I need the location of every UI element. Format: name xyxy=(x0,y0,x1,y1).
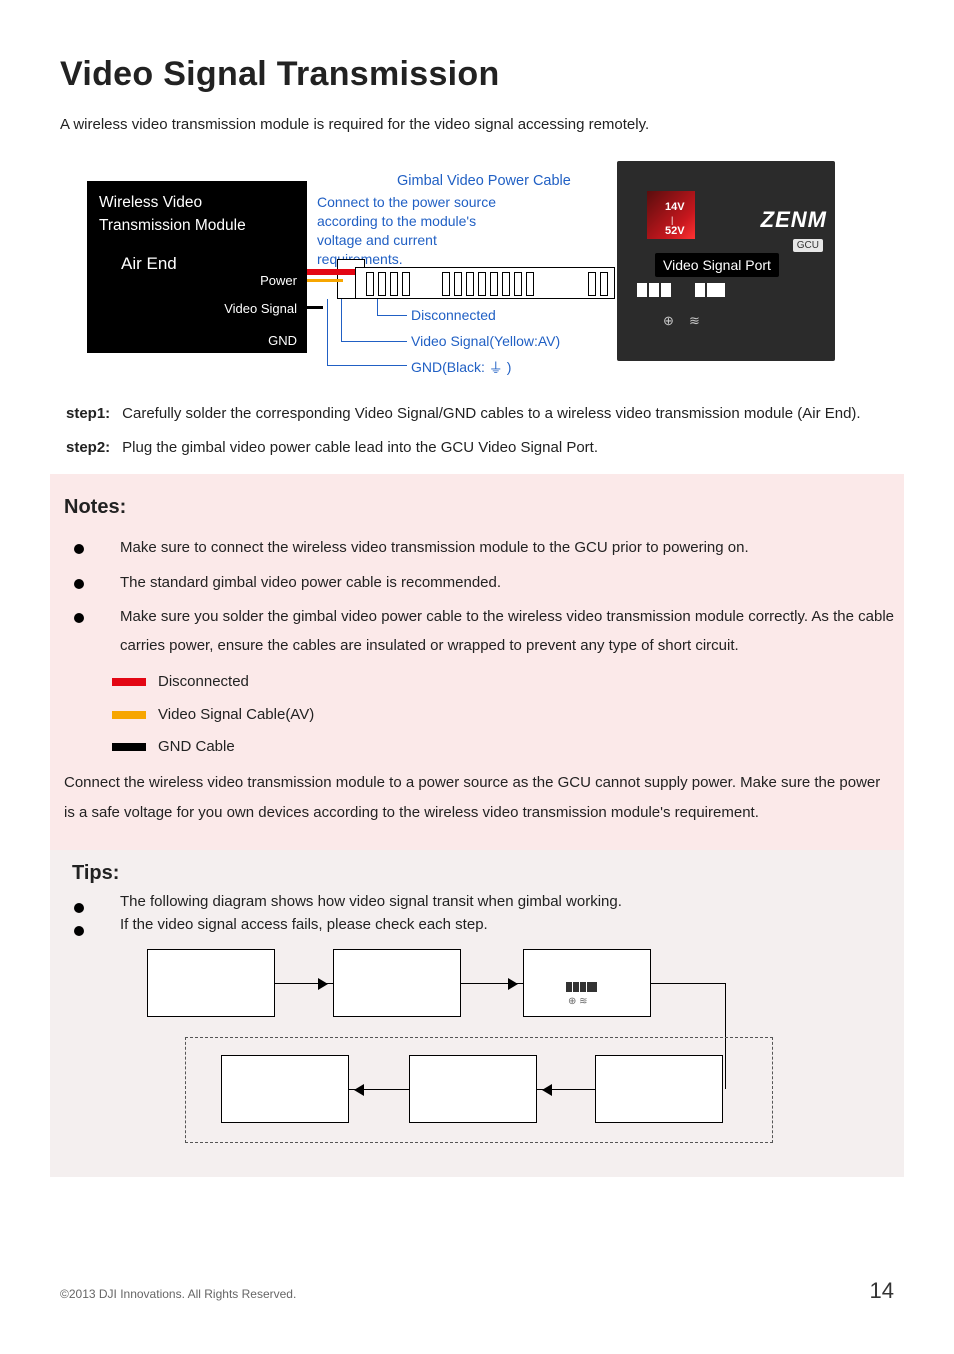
step1-label: step1: xyxy=(66,401,118,427)
flow-box-g xyxy=(595,1055,723,1123)
legend-block: Disconnected Video Signal Cable(AV) GND … xyxy=(112,668,904,762)
tips-heading: Tips: xyxy=(72,862,904,885)
video-signal-port-label: Video Signal Port xyxy=(655,253,779,277)
flow-box-a xyxy=(147,949,275,1017)
gcu-tag-label: GCU xyxy=(793,239,823,252)
wireless-module-box: Wireless Video Transmission Module Air E… xyxy=(87,181,307,353)
page-number: 14 xyxy=(870,1278,894,1304)
polarity-icon: ⊕ xyxy=(663,313,674,329)
signal-icon: ≋ xyxy=(689,313,700,329)
connect-power-text: Connect to the power source according to… xyxy=(317,193,501,269)
disconnected-swatch-icon xyxy=(112,678,146,686)
tips-section: Tips: The following diagram shows how vi… xyxy=(50,850,904,1177)
notes-heading: Notes: xyxy=(64,488,904,526)
legend-video: Video Signal Cable(AV) xyxy=(112,701,904,730)
step-2: step2: Plug the gimbal video power cable… xyxy=(66,435,894,461)
callout-video-signal: Video Signal(Yellow:AV) xyxy=(411,333,560,349)
video-out-label: Video Signal xyxy=(224,301,297,316)
step-1: step1: Carefully solder the correspondin… xyxy=(66,401,894,427)
arrow-left-icon xyxy=(537,1089,595,1090)
gcu-brand-label: ZENM xyxy=(761,207,827,233)
step1-text: Carefully solder the corresponding Video… xyxy=(122,401,892,427)
legend-gnd-label: GND Cable xyxy=(158,733,235,762)
copyright-text: ©2013 DJI Innovations. All Rights Reserv… xyxy=(60,1287,296,1301)
ground-symbol-icon: ⏚ xyxy=(489,358,503,378)
power-out-label: Power xyxy=(260,273,297,288)
air-end-label: Air End xyxy=(121,254,307,274)
wire-disconnected-icon xyxy=(307,269,355,275)
flow-box-b xyxy=(333,949,461,1017)
gcu-52v-label: 52V xyxy=(665,225,685,237)
arrow-icon xyxy=(275,983,333,984)
gnd-out-label: GND xyxy=(268,333,297,348)
gcu-pins-icon xyxy=(637,283,727,299)
video-swatch-icon xyxy=(112,711,146,719)
flow-box-e xyxy=(221,1055,349,1123)
flow-box-f xyxy=(409,1055,537,1123)
page-title: Video Signal Transmission xyxy=(60,55,894,94)
gcu-graphic: 14V | 52V ZENM GCU Video Signal Port ⊕ ≋ xyxy=(617,161,835,361)
tips-item-1: The following diagram shows how video si… xyxy=(72,893,894,910)
wiring-diagram: Wireless Video Transmission Module Air E… xyxy=(65,151,835,383)
callout-disconnected: Disconnected xyxy=(411,307,496,323)
module-title-2: Transmission Module xyxy=(99,214,307,237)
legend-disconnected: Disconnected xyxy=(112,668,904,697)
step2-text: Plug the gimbal video power cable lead i… xyxy=(122,435,892,461)
legend-video-label: Video Signal Cable(AV) xyxy=(158,701,314,730)
wire-gnd-icon xyxy=(307,306,323,309)
legend-disconnected-label: Disconnected xyxy=(158,668,249,697)
tips-list: The following diagram shows how video si… xyxy=(50,893,904,933)
connector-block xyxy=(355,267,615,299)
notes-item-2: The standard gimbal video power cable is… xyxy=(72,569,894,598)
flow-diagram: ⊕ ≋ xyxy=(147,943,807,1153)
notes-list: Make sure to connect the wireless video … xyxy=(50,534,904,660)
gimbal-power-cable-title: Gimbal Video Power Cable xyxy=(397,173,571,189)
tips-item-2: If the video signal access fails, please… xyxy=(72,916,894,933)
gcu-14v-label: 14V xyxy=(665,201,685,213)
intro-text: A wireless video transmission module is … xyxy=(60,116,894,133)
notes-section: Notes: Make sure to connect the wireless… xyxy=(50,474,904,850)
module-title-1: Wireless Video xyxy=(99,191,307,214)
flow-gcu-box: ⊕ ≋ xyxy=(523,949,651,1017)
notes-bottom-text: Connect the wireless video transmission … xyxy=(50,766,904,828)
notes-item-1: Make sure to connect the wireless video … xyxy=(72,534,894,563)
arrow-left-icon xyxy=(349,1089,409,1090)
notes-item-3: Make sure you solder the gimbal video po… xyxy=(72,603,894,660)
page-footer: ©2013 DJI Innovations. All Rights Reserv… xyxy=(60,1278,894,1304)
callout-gnd: GND(Black: ⏚ ) xyxy=(411,357,511,377)
wire-video-icon xyxy=(307,279,343,282)
legend-gnd: GND Cable xyxy=(112,733,904,762)
gnd-swatch-icon xyxy=(112,743,146,751)
step2-label: step2: xyxy=(66,435,118,461)
arrow-icon xyxy=(461,983,523,984)
